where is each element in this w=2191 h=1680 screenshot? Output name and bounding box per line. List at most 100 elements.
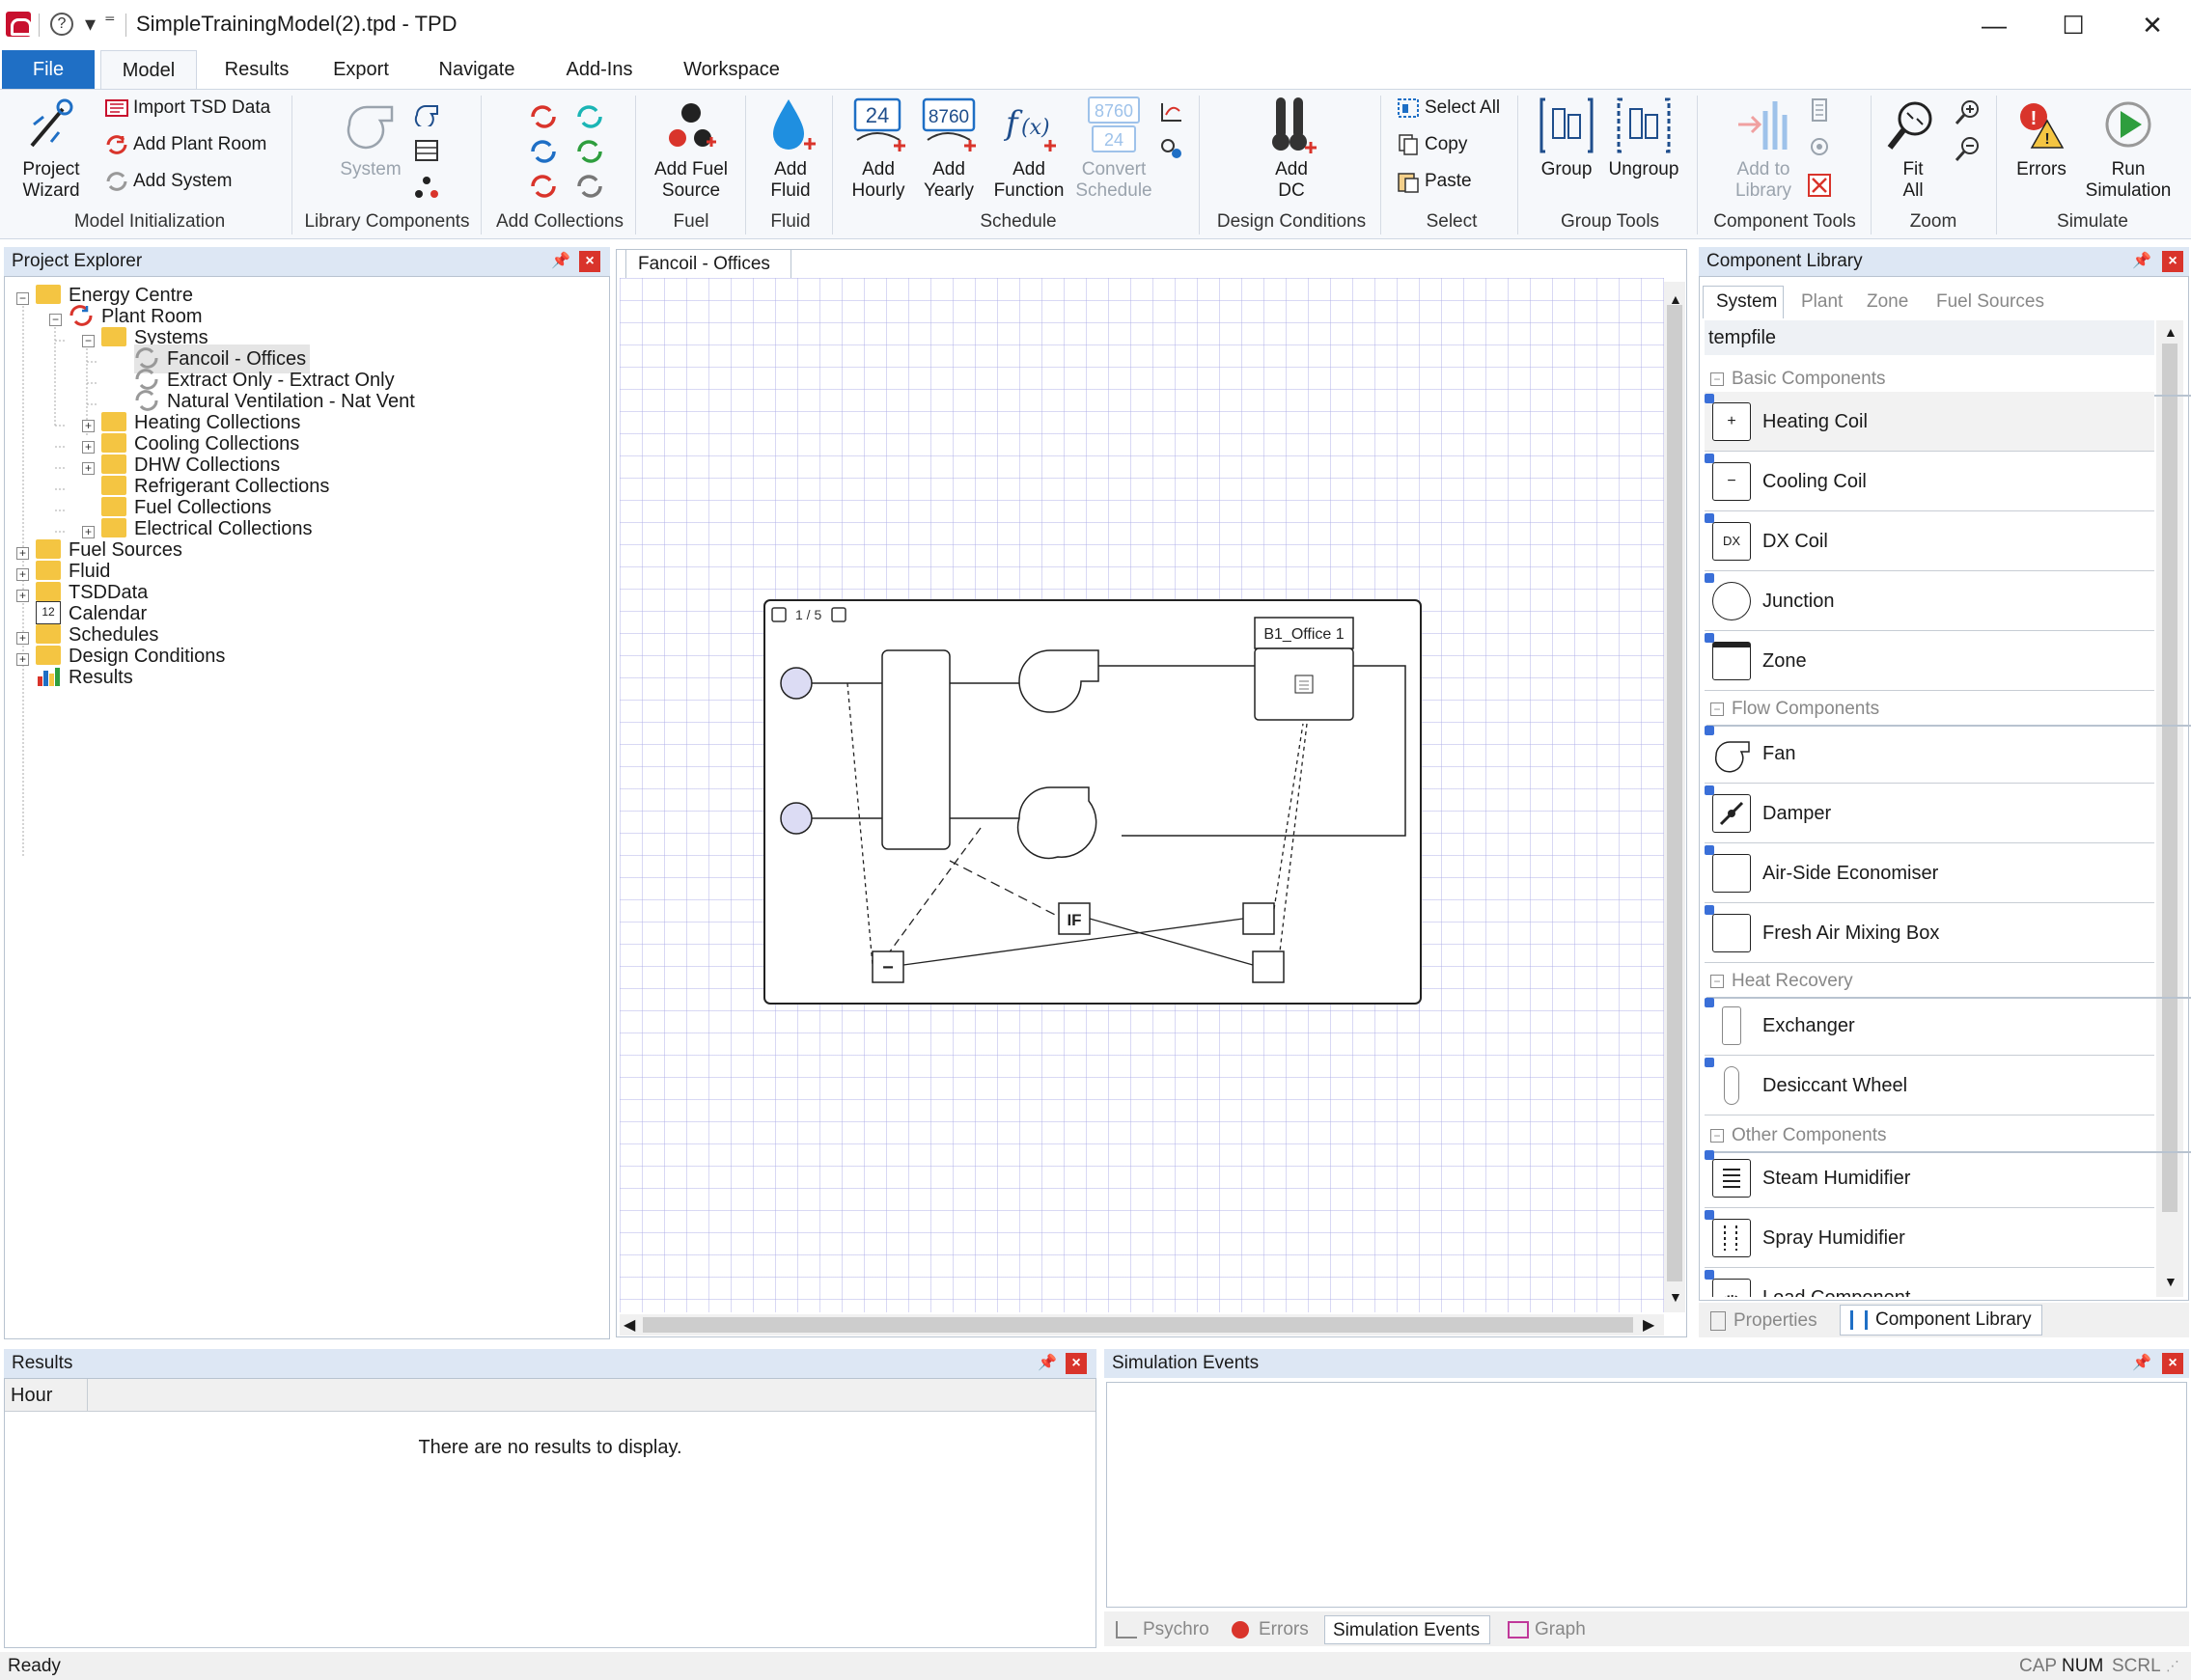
- tab-graph[interactable]: Graph: [1502, 1615, 1586, 1644]
- scroll-left-icon[interactable]: ◀: [624, 1315, 635, 1335]
- pin-icon[interactable]: 📌: [550, 251, 571, 272]
- document-tab[interactable]: Fancoil - Offices: [625, 249, 791, 278]
- library-system-button[interactable]: System: [332, 96, 409, 180]
- library-table-icon[interactable]: [413, 138, 440, 169]
- pin-icon[interactable]: 📌: [2131, 1353, 2152, 1374]
- qat-dropdown-icon[interactable]: ▾: [85, 12, 96, 37]
- project-wizard-button[interactable]: Project Wizard: [8, 96, 95, 202]
- fit-all-button[interactable]: Fit All: [1882, 96, 1944, 202]
- expand-toggle[interactable]: +: [82, 441, 95, 454]
- help-icon[interactable]: ?: [50, 13, 73, 36]
- add-yearly-button[interactable]: 8760 Add Yearly: [917, 96, 981, 202]
- category-heat-recovery[interactable]: − Heat Recovery: [1706, 967, 2191, 999]
- zoom-in-icon[interactable]: [1954, 97, 1983, 132]
- lib-item-load-component[interactable]: Load Component: [1705, 1268, 2154, 1297]
- tab-results[interactable]: Results: [214, 50, 299, 89]
- diagram-canvas[interactable]: 1 / 5 B1_Office 1 IF −: [620, 278, 1664, 1312]
- tab-add-ins[interactable]: Add-Ins: [556, 50, 643, 89]
- lib-tab-fuel-sources[interactable]: Fuel Sources: [1936, 291, 2044, 313]
- select-all-button[interactable]: Select All: [1396, 94, 1500, 123]
- add-dc-button[interactable]: Add DC: [1243, 96, 1340, 202]
- app-logo-icon[interactable]: [6, 12, 32, 37]
- lib-tab-plant[interactable]: Plant: [1801, 291, 1843, 313]
- lib-item-desiccant-wheel[interactable]: Desiccant Wheel: [1705, 1056, 2154, 1115]
- scroll-right-icon[interactable]: ▶: [1643, 1315, 1654, 1335]
- expand-toggle[interactable]: +: [16, 632, 29, 645]
- close-button[interactable]: ✕: [2114, 6, 2191, 44]
- tab-export[interactable]: Export: [320, 50, 402, 89]
- pin-icon[interactable]: 📌: [1037, 1353, 1058, 1374]
- scroll-down-icon[interactable]: ▼: [2164, 1274, 2177, 1289]
- run-simulation-button[interactable]: Run Simulation: [2075, 96, 2181, 202]
- tab-workspace[interactable]: Workspace: [672, 50, 791, 89]
- close-panel-button[interactable]: ×: [2162, 1353, 2183, 1374]
- group-button[interactable]: Group: [1533, 96, 1600, 180]
- expand-toggle[interactable]: +: [16, 653, 29, 666]
- add-fluid-button[interactable]: Add Fluid: [749, 96, 832, 202]
- component-list-icon[interactable]: [1807, 97, 1832, 128]
- resize-grip-icon[interactable]: ⋰: [2166, 1652, 2179, 1680]
- ungroup-button[interactable]: Ungroup: [1602, 96, 1685, 180]
- copy-button[interactable]: Copy: [1396, 130, 1467, 159]
- add-plant-room-button[interactable]: Add Plant Room: [104, 130, 266, 159]
- tab-model[interactable]: Model: [100, 50, 197, 90]
- lib-tab-system[interactable]: System: [1716, 291, 1777, 313]
- lib-item-heating-coil[interactable]: + Heating Coil: [1705, 392, 2154, 452]
- tab-simulation-events[interactable]: Simulation Events: [1324, 1615, 1491, 1644]
- add-system-button[interactable]: Add System: [104, 167, 232, 196]
- component-settings-icon[interactable]: [1807, 134, 1832, 165]
- library-fan-icon[interactable]: [413, 101, 440, 132]
- add-to-library-button[interactable]: Add to Library: [1722, 96, 1805, 202]
- close-panel-button[interactable]: ×: [1066, 1353, 1087, 1374]
- tree-item-results[interactable]: Results: [36, 663, 133, 692]
- tab-navigate[interactable]: Navigate: [429, 50, 525, 89]
- lib-item-fan[interactable]: Fan: [1705, 724, 2154, 784]
- category-flow-components[interactable]: − Flow Components: [1706, 695, 2191, 727]
- tab-psychro[interactable]: Psychro: [1110, 1615, 1209, 1644]
- add-hourly-button[interactable]: 24 Add Hourly: [838, 96, 919, 202]
- schedule-chart-icon[interactable]: [1158, 99, 1185, 130]
- tab-properties[interactable]: Properties: [1710, 1308, 1817, 1334]
- lib-item-junction[interactable]: Junction: [1705, 571, 2154, 631]
- component-delete-icon[interactable]: [1807, 173, 1832, 204]
- add-fuel-source-button[interactable]: Add Fuel Source: [643, 96, 739, 202]
- import-tsd-button[interactable]: Import TSD Data: [104, 94, 270, 123]
- tab-errors[interactable]: Errors: [1226, 1615, 1309, 1644]
- lib-item-exchanger[interactable]: Exchanger: [1705, 996, 2154, 1056]
- maximize-button[interactable]: ☐: [2035, 6, 2112, 44]
- minimize-button[interactable]: —: [1955, 6, 2033, 44]
- lib-item-spray-humidifier[interactable]: Spray Humidifier: [1705, 1208, 2154, 1268]
- expand-toggle[interactable]: +: [82, 462, 95, 475]
- lib-item-zone[interactable]: Zone: [1705, 631, 2154, 691]
- results-column-hour[interactable]: Hour: [5, 1379, 88, 1412]
- category-other-components[interactable]: − Other Components: [1706, 1121, 2191, 1153]
- lib-item-fresh-air-mixing-box[interactable]: Fresh Air Mixing Box: [1705, 903, 2154, 963]
- collapse-toggle[interactable]: −: [16, 292, 29, 305]
- tab-component-library[interactable]: Component Library: [1840, 1305, 2042, 1336]
- schedule-settings-icon[interactable]: [1158, 136, 1185, 167]
- expand-toggle[interactable]: +: [16, 547, 29, 560]
- zoom-out-icon[interactable]: [1954, 134, 1983, 169]
- pin-icon[interactable]: 📌: [2131, 251, 2152, 272]
- horizontal-scroll-thumb[interactable]: [643, 1317, 1633, 1333]
- qat-customize-icon[interactable]: ⁼: [104, 10, 116, 35]
- canvas-horizontal-scrollbar[interactable]: ◀ ▶: [620, 1314, 1664, 1336]
- close-panel-button[interactable]: ×: [579, 251, 600, 272]
- library-scroll-thumb[interactable]: [2162, 344, 2177, 1212]
- lib-item-damper[interactable]: Damper: [1705, 784, 2154, 843]
- lib-item-dx-coil[interactable]: DX DX Coil: [1705, 511, 2154, 571]
- library-network-icon[interactable]: [413, 175, 440, 206]
- convert-schedule-button[interactable]: 8760 24 Convert Schedule: [1073, 96, 1154, 202]
- expand-toggle[interactable]: +: [16, 590, 29, 602]
- close-panel-button[interactable]: ×: [2162, 251, 2183, 272]
- expand-toggle[interactable]: +: [16, 568, 29, 581]
- canvas-vertical-scrollbar[interactable]: ▲ ▼: [1664, 282, 1685, 1312]
- paste-button[interactable]: Paste: [1396, 167, 1472, 196]
- tab-file[interactable]: File: [2, 50, 95, 89]
- lib-tab-zone[interactable]: Zone: [1867, 291, 1908, 313]
- scroll-up-icon[interactable]: ▲: [2164, 324, 2177, 340]
- scroll-down-icon[interactable]: ▼: [1669, 1289, 1682, 1305]
- category-basic-components[interactable]: − Basic Components: [1706, 365, 2191, 397]
- lib-item-cooling-coil[interactable]: − Cooling Coil: [1705, 452, 2154, 511]
- expand-toggle[interactable]: +: [82, 420, 95, 432]
